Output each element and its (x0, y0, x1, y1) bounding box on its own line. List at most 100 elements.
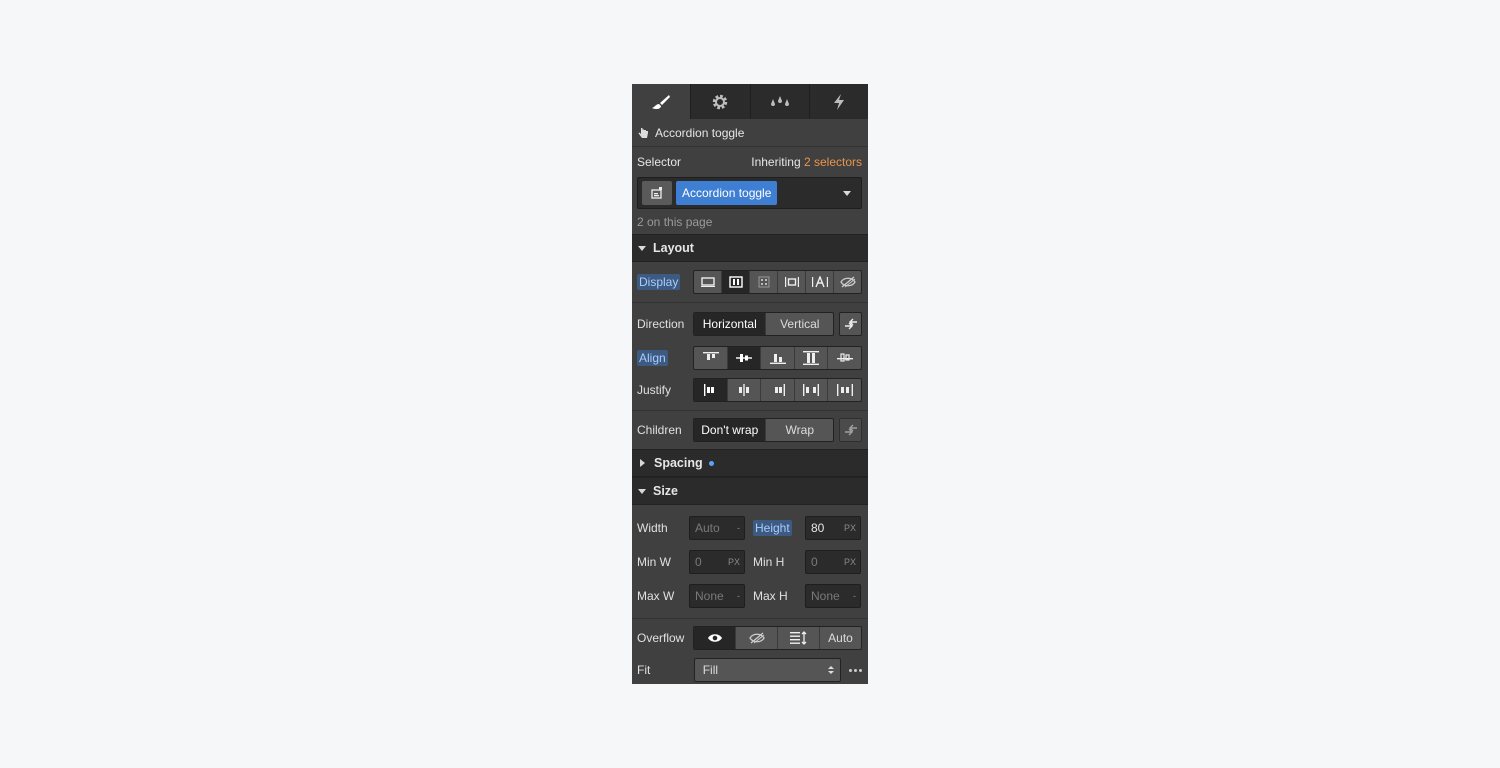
selector-header: Selector Inheriting 2 selectors (632, 147, 868, 177)
eye-slash-icon (748, 632, 765, 644)
section-spacing-header[interactable]: Spacing (632, 449, 868, 477)
min-height-input[interactable]: 0 PX (805, 550, 861, 574)
align-segmented (693, 346, 862, 370)
overflow-auto-button[interactable]: Auto (820, 627, 861, 649)
gear-icon (713, 94, 728, 109)
width-input[interactable]: Auto - (689, 516, 745, 540)
height-label: Height (753, 520, 792, 536)
display-inline-block-button[interactable] (778, 271, 807, 293)
display-grid-button[interactable] (750, 271, 779, 293)
direction-horizontal-button[interactable]: Horizontal (694, 312, 767, 335)
display-block-button[interactable] (694, 271, 723, 293)
inheriting-info: Inheriting 2 selectors (751, 155, 862, 169)
selector-dropdown-icon[interactable] (843, 191, 851, 196)
justify-space-around-icon (836, 384, 853, 396)
display-segmented (693, 270, 862, 294)
inheriting-prefix: Inheriting (751, 155, 801, 169)
display-grid-icon (758, 276, 770, 288)
tab-interactions[interactable] (810, 84, 868, 119)
display-flex-button[interactable] (722, 271, 751, 293)
chevron-right-icon (640, 459, 645, 467)
children-wrap-button[interactable]: Wrap (766, 419, 833, 441)
align-center-icon (736, 354, 753, 362)
children-dont-wrap-button[interactable]: Don't wrap (694, 419, 767, 441)
section-spacing-title: Spacing (654, 456, 703, 470)
reverse-direction-button[interactable] (839, 311, 862, 336)
section-layout-header[interactable]: Layout (632, 234, 868, 262)
reverse-arrows-icon (844, 424, 857, 436)
align-center-button[interactable] (727, 347, 762, 369)
justify-end-button[interactable] (761, 379, 795, 401)
min-height-label: Min H (753, 555, 785, 569)
style-panel: Accordion toggle Selector Inheriting 2 s… (632, 84, 868, 684)
justify-space-between-button[interactable] (795, 379, 829, 401)
more-options-icon[interactable] (849, 668, 862, 672)
tab-style[interactable] (632, 84, 692, 119)
chevron-down-icon (638, 245, 646, 251)
fit-select[interactable]: Fill (693, 658, 841, 682)
size-max-row: Max W None - Max H None - (632, 579, 868, 613)
selector-chip[interactable]: Accordion toggle (676, 181, 778, 205)
overflow-visible-button[interactable] (694, 627, 737, 649)
paintbrush-icon (652, 94, 671, 109)
justify-label: Justify (637, 383, 672, 397)
justify-start-button[interactable] (694, 379, 728, 401)
min-width-label: Min W (637, 555, 671, 569)
section-size-header[interactable]: Size (632, 477, 868, 505)
children-row: Children Don't wrap Wrap (632, 411, 868, 449)
tab-style-manager[interactable] (751, 84, 810, 119)
element-name: Accordion toggle (655, 125, 745, 140)
selected-element: Accordion toggle (632, 119, 868, 147)
align-baseline-icon (836, 353, 853, 362)
max-width-label: Max W (637, 589, 675, 603)
width-label: Width (637, 521, 668, 535)
align-end-button[interactable] (761, 347, 795, 369)
max-height-unit[interactable]: - (853, 591, 856, 601)
direction-vertical-button[interactable]: Vertical (766, 313, 833, 335)
overflow-segmented: Auto (693, 626, 862, 650)
min-width-unit[interactable]: PX (728, 557, 740, 567)
display-block-icon (700, 277, 715, 287)
overflow-label: Overflow (637, 631, 685, 645)
justify-space-around-button[interactable] (828, 379, 861, 401)
align-row: Align (632, 342, 868, 374)
align-baseline-button[interactable] (828, 347, 861, 369)
align-top-icon (702, 352, 719, 360)
size-width-height-row: Width Auto - Height 80 PX (632, 511, 868, 545)
section-layout-title: Layout (653, 241, 694, 255)
min-width-input[interactable]: 0 PX (689, 550, 745, 574)
justify-center-button[interactable] (728, 379, 762, 401)
overflow-scroll-button[interactable] (778, 627, 821, 649)
height-input[interactable]: 80 PX (805, 516, 861, 540)
justify-space-between-icon (803, 384, 820, 396)
display-none-button[interactable] (834, 271, 861, 293)
height-value: 80 (811, 521, 825, 535)
max-height-input[interactable]: None - (805, 584, 861, 608)
inheriting-selectors-link[interactable]: 2 selectors (804, 155, 862, 169)
align-start-button[interactable] (694, 347, 728, 369)
display-row: Display (632, 262, 868, 302)
max-width-input[interactable]: None - (689, 584, 745, 608)
height-unit[interactable]: PX (844, 523, 856, 533)
children-segmented: Don't wrap Wrap (693, 418, 835, 442)
reverse-wrap-button[interactable] (839, 418, 862, 442)
selector-field[interactable]: Accordion toggle (637, 177, 862, 209)
max-width-unit[interactable]: - (737, 591, 740, 601)
children-label: Children (637, 423, 682, 437)
fit-row: Fit Fill (632, 655, 868, 684)
fit-value: Fill (702, 663, 719, 677)
chevron-down-icon (638, 488, 646, 494)
eye-icon (707, 634, 722, 642)
min-width-value: 0 (695, 555, 702, 569)
display-inline-button[interactable] (806, 271, 835, 293)
width-unit[interactable]: - (737, 523, 740, 533)
select-arrows-icon (828, 666, 834, 674)
display-inline-icon (811, 276, 828, 288)
min-height-unit[interactable]: PX (844, 557, 856, 567)
selector-usage-count: 2 on this page (637, 214, 713, 229)
selector-options-button[interactable] (642, 181, 672, 205)
tab-settings[interactable] (691, 84, 751, 119)
overflow-hidden-button[interactable] (736, 627, 779, 649)
align-stretch-button[interactable] (795, 347, 829, 369)
justify-start-icon (703, 384, 714, 396)
